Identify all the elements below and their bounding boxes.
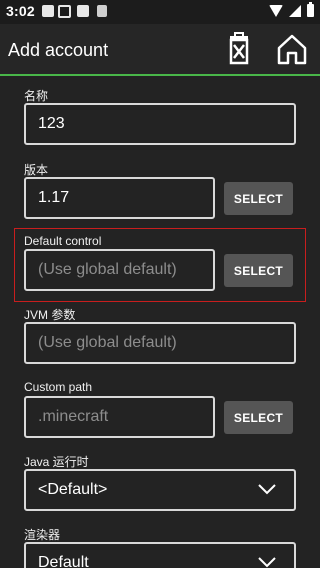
chevron-down-icon xyxy=(258,484,276,495)
default-control-field[interactable]: (Use global default) xyxy=(24,249,215,291)
file-icon xyxy=(97,5,107,17)
name-label: 名称 xyxy=(24,89,49,103)
home-button[interactable] xyxy=(275,32,309,66)
custom-path-select-button[interactable]: SELECT xyxy=(224,401,293,434)
status-bar: 3:02 xyxy=(0,0,320,24)
status-time: 3:02 xyxy=(6,3,35,19)
wifi-icon xyxy=(269,4,283,17)
jvm-args-label: JVM 参数 xyxy=(24,308,76,322)
default-control-label: Default control xyxy=(24,234,102,248)
delete-icon xyxy=(229,32,249,65)
app-toolbar: Add account xyxy=(0,24,320,76)
java-runtime-label: Java 运行时 xyxy=(24,455,89,469)
signal-icon xyxy=(289,4,301,17)
renderer-value: Default xyxy=(38,554,89,568)
default-control-select-button[interactable]: SELECT xyxy=(224,254,293,287)
jvm-args-field[interactable]: (Use global default) xyxy=(24,322,296,364)
renderer-label: 渲染器 xyxy=(24,528,61,542)
version-select-button[interactable]: SELECT xyxy=(224,182,293,215)
home-icon xyxy=(277,34,307,65)
java-runtime-dropdown[interactable]: <Default> xyxy=(24,469,296,511)
page-title: Add account xyxy=(8,40,109,60)
image-icon xyxy=(77,5,89,17)
notification-a-icon xyxy=(42,5,54,17)
notification-box-icon xyxy=(58,5,71,18)
renderer-dropdown[interactable]: Default xyxy=(24,542,296,568)
version-field[interactable]: 1.17 xyxy=(24,177,215,219)
account-form: 名称 123 版本 1.17 SELECT Default control (U… xyxy=(0,76,320,568)
custom-path-field[interactable]: .minecraft xyxy=(24,396,215,438)
java-runtime-value: <Default> xyxy=(38,481,108,498)
chevron-down-icon xyxy=(258,557,276,568)
delete-button[interactable] xyxy=(222,32,256,66)
battery-icon xyxy=(307,2,314,17)
custom-path-label: Custom path xyxy=(24,380,93,394)
version-label: 版本 xyxy=(24,163,49,177)
name-field[interactable]: 123 xyxy=(24,103,296,145)
status-right xyxy=(269,2,314,17)
